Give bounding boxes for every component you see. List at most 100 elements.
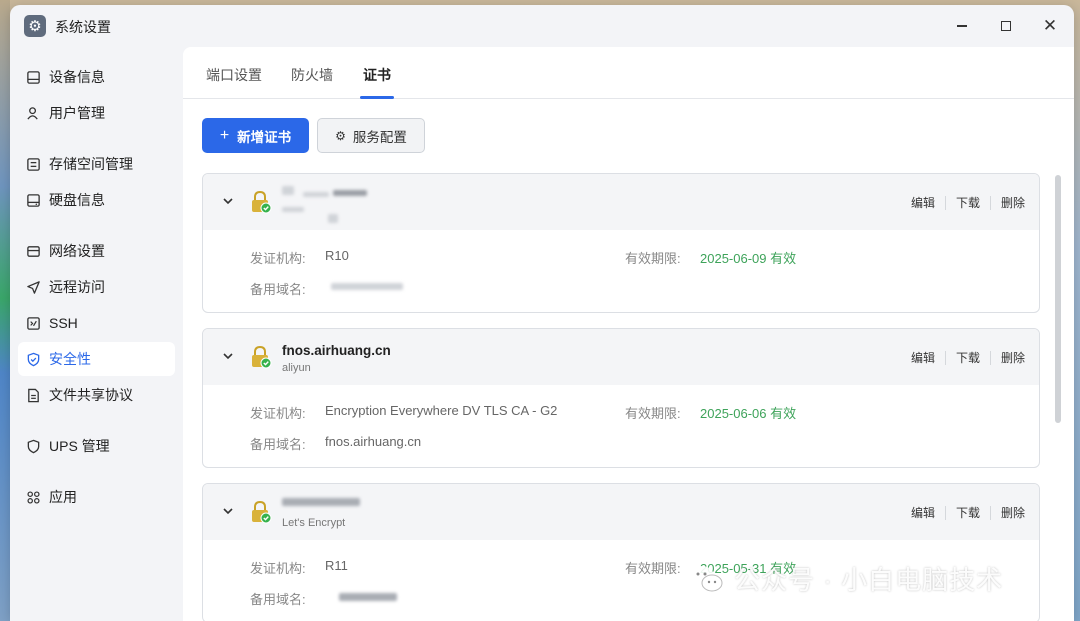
lock-icon — [252, 190, 272, 214]
active-tab-indicator — [360, 96, 394, 99]
edit-link[interactable]: 编辑 — [911, 194, 935, 211]
scrollbar[interactable] — [1055, 175, 1061, 423]
sidebar-item-file-share[interactable]: 文件共享协议 — [18, 378, 175, 412]
plus-icon: + — [219, 126, 230, 144]
delete-link[interactable]: 删除 — [1001, 194, 1025, 211]
alt-domain-label: 备用域名: — [250, 592, 306, 607]
watermark: 公众号 · 小白电脑技术 — [688, 560, 1003, 597]
user-icon — [25, 105, 41, 121]
sidebar-item-label: 设备信息 — [49, 69, 105, 85]
gear-icon: ⚙ — [335, 128, 346, 143]
delete-link[interactable]: 删除 — [1001, 504, 1025, 521]
separator — [989, 505, 991, 520]
wechat-icon — [690, 565, 723, 591]
add-certificate-label: 新增证书 — [237, 129, 292, 145]
certificate-header: 编辑 下载 删除 — [203, 174, 1039, 230]
chevron-down-icon[interactable] — [222, 505, 234, 517]
sidebar-item-label: 用户管理 — [49, 105, 105, 121]
sidebar-item-user-management[interactable]: 用户管理 — [18, 96, 175, 130]
network-icon — [25, 243, 41, 259]
certificate-domain: fnos.airhuang.cn — [282, 343, 391, 358]
certificate-card: fnos.airhuang.cn aliyun 编辑 下载 删除 发证机构: E… — [202, 328, 1040, 468]
redacted-domain — [282, 498, 360, 506]
tab-firewall[interactable]: 防火墙 — [291, 65, 333, 85]
redacted-domain — [282, 186, 294, 195]
download-link[interactable]: 下载 — [956, 504, 980, 521]
redacted-alt-domain — [331, 283, 403, 290]
service-config-button[interactable]: ⚙ 服务配置 — [317, 118, 425, 153]
validity-label: 有效期限: — [625, 406, 681, 421]
redacted-issuer — [328, 214, 338, 223]
lock-icon — [252, 500, 272, 524]
issuer-label: 发证机构: — [250, 251, 306, 266]
certificate-actions: 编辑 下载 删除 — [911, 504, 1025, 521]
settings-window: ⚙ 系统设置 ✕ 设备信息 用户管理 存储空间管理 硬盘信息 网络设置 远程访问 — [10, 5, 1074, 621]
redacted-alt-domain — [339, 593, 397, 601]
sidebar-item-ssh[interactable]: SSH — [18, 306, 175, 340]
sidebar-item-remote-access[interactable]: 远程访问 — [18, 270, 175, 304]
sidebar: 设备信息 用户管理 存储空间管理 硬盘信息 网络设置 远程访问 SSH 安全性 — [10, 47, 183, 621]
redacted-domain — [333, 190, 367, 196]
validity-label: 有效期限: — [625, 561, 681, 576]
tab-certificates[interactable]: 证书 — [363, 65, 391, 85]
sidebar-item-label: UPS 管理 — [49, 438, 110, 454]
lock-icon — [252, 345, 272, 369]
maximize-icon — [1001, 21, 1011, 31]
tab-port-settings[interactable]: 端口设置 — [206, 65, 262, 85]
sidebar-item-security[interactable]: 安全性 — [18, 342, 175, 376]
separator — [944, 195, 946, 210]
close-button[interactable]: ✕ — [1039, 15, 1061, 37]
certificate-card: Let's Encrypt 编辑 下载 删除 发证机构: R11 有效期限: 2… — [202, 483, 1040, 621]
settings-gear-icon: ⚙ — [24, 15, 46, 37]
separator — [944, 350, 946, 365]
minimize-button[interactable] — [951, 15, 973, 37]
minimize-icon — [957, 25, 967, 27]
sidebar-item-label: 文件共享协议 — [49, 387, 133, 403]
file-share-icon — [25, 387, 41, 403]
add-certificate-button[interactable]: + 新增证书 — [202, 118, 309, 153]
tab-bar: 端口设置 防火墙 证书 — [183, 47, 1074, 99]
separator — [989, 350, 991, 365]
delete-link[interactable]: 删除 — [1001, 349, 1025, 366]
window-title: 系统设置 — [55, 19, 111, 35]
issuer-value: R11 — [325, 558, 348, 573]
ups-shield-icon — [25, 438, 41, 454]
main-content: 端口设置 防火墙 证书 + 新增证书 ⚙ 服务配置 编辑 下载 删除 发证机构:… — [183, 47, 1074, 621]
sidebar-item-storage[interactable]: 存储空间管理 — [18, 147, 175, 181]
sidebar-item-label: 存储空间管理 — [49, 156, 133, 172]
storage-icon — [25, 156, 41, 172]
certificate-actions: 编辑 下载 删除 — [911, 194, 1025, 211]
certificate-issuer-name: Let's Encrypt — [282, 517, 346, 529]
sidebar-item-device-info[interactable]: 设备信息 — [18, 60, 175, 94]
redacted-domain — [303, 192, 329, 197]
certificate-issuer-name: aliyun — [282, 362, 311, 374]
service-config-label: 服务配置 — [352, 129, 407, 145]
edit-link[interactable]: 编辑 — [911, 349, 935, 366]
title-bar: ⚙ 系统设置 ✕ — [10, 5, 1074, 47]
chevron-down-icon[interactable] — [222, 350, 234, 362]
download-link[interactable]: 下载 — [956, 194, 980, 211]
terminal-icon — [25, 315, 41, 331]
maximize-button[interactable] — [995, 15, 1017, 37]
sidebar-item-label: 硬盘信息 — [49, 192, 105, 208]
send-icon — [25, 279, 41, 295]
chevron-down-icon[interactable] — [222, 195, 234, 207]
sidebar-item-label: 安全性 — [49, 351, 91, 367]
download-link[interactable]: 下载 — [956, 349, 980, 366]
validity-label: 有效期限: — [625, 251, 681, 266]
redacted-issuer — [282, 207, 304, 212]
disk-icon — [25, 192, 41, 208]
sidebar-item-disk-info[interactable]: 硬盘信息 — [18, 183, 175, 217]
issuer-label: 发证机构: — [250, 561, 306, 576]
certificate-header: fnos.airhuang.cn aliyun 编辑 下载 删除 — [203, 329, 1039, 385]
edit-link[interactable]: 编辑 — [911, 504, 935, 521]
sidebar-item-network[interactable]: 网络设置 — [18, 234, 175, 268]
sidebar-item-label: 网络设置 — [49, 243, 105, 259]
sidebar-item-ups[interactable]: UPS 管理 — [18, 429, 175, 463]
issuer-value: R10 — [325, 248, 349, 263]
sidebar-item-apps[interactable]: 应用 — [18, 480, 175, 514]
issuer-label: 发证机构: — [250, 406, 306, 421]
issuer-value: Encryption Everywhere DV TLS CA - G2 — [325, 403, 558, 418]
sidebar-item-label: 远程访问 — [49, 279, 105, 295]
sidebar-item-label: 应用 — [49, 489, 77, 505]
